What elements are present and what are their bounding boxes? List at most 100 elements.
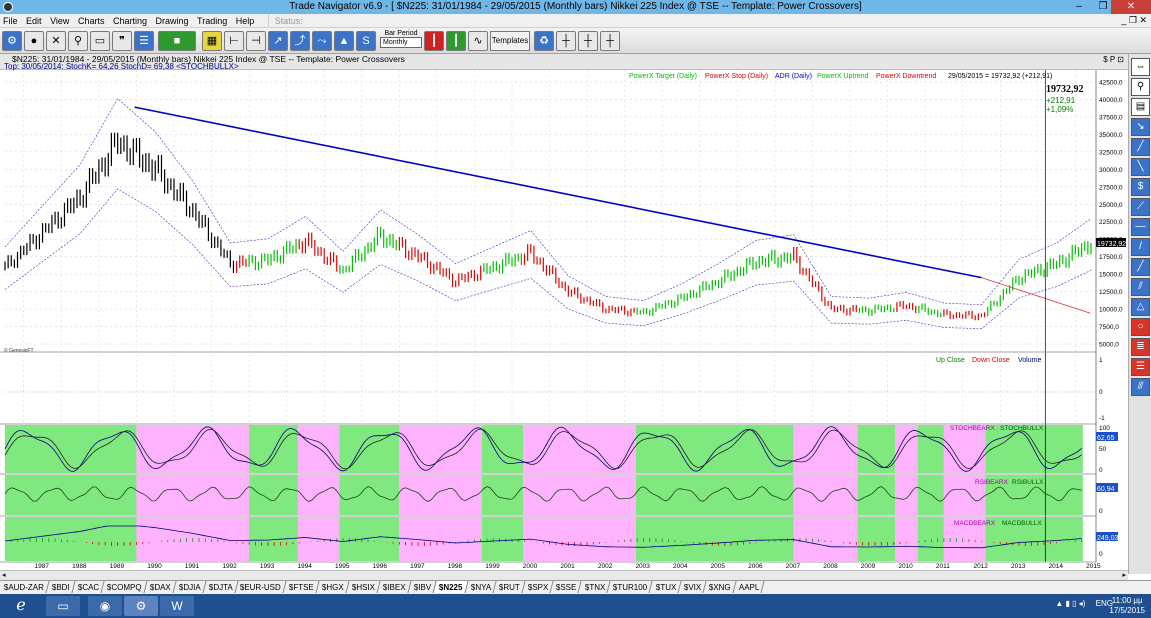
pan-icon[interactable]: ▤ bbox=[1131, 98, 1150, 116]
draw-tool-3-icon[interactable]: ╲ bbox=[1131, 158, 1150, 176]
menu-drawing[interactable]: Drawing bbox=[153, 14, 192, 28]
draw-tool-2-icon[interactable]: ╱ bbox=[1131, 138, 1150, 156]
folder-icon[interactable]: ▭ bbox=[46, 596, 80, 616]
x-tick-label: 2009 bbox=[861, 563, 876, 570]
macd-tick-label: 0 bbox=[1099, 551, 1103, 558]
chrome-icon[interactable]: ◉ bbox=[88, 596, 122, 616]
symbol-tab[interactable]: AAPL bbox=[734, 581, 766, 593]
symbol-tab[interactable]: $XNG bbox=[704, 581, 737, 593]
table-icon[interactable]: ▦ bbox=[202, 31, 222, 51]
close-button[interactable]: ✕ bbox=[1111, 0, 1151, 14]
symbol-icon[interactable]: S bbox=[356, 31, 376, 51]
symbol-tab-label: $TUR100 bbox=[613, 583, 648, 592]
symbol-tab[interactable]: $DAX bbox=[145, 581, 177, 593]
symbol-tab[interactable]: $N225 bbox=[434, 581, 469, 593]
symbol-tab[interactable]: $IBEX bbox=[378, 581, 412, 593]
mountain-icon[interactable]: ▲ bbox=[334, 31, 354, 51]
menu-charting[interactable]: Charting bbox=[110, 14, 150, 28]
dollar-icon[interactable]: $ bbox=[1131, 178, 1150, 196]
symbol-tab[interactable]: $HSIX bbox=[347, 581, 381, 593]
symbol-tab[interactable]: $COMPQ bbox=[102, 581, 148, 593]
magnifier-icon[interactable]: ⚲ bbox=[68, 31, 88, 51]
draw-tool-4-icon[interactable]: ⟋ bbox=[1131, 198, 1150, 216]
x-tick-label: 2015 bbox=[1086, 563, 1101, 570]
system-tray[interactable]: ▲ ▮ ▯ ◂) ENG bbox=[1055, 599, 1113, 608]
bars-icon[interactable]: ┼ bbox=[556, 31, 576, 51]
symbol-tab[interactable]: $HGX bbox=[317, 581, 350, 593]
ie-icon[interactable]: ℯ bbox=[4, 596, 38, 616]
symbol-tab[interactable]: $TUX bbox=[650, 581, 682, 593]
menu-trading[interactable]: Trading bbox=[194, 14, 230, 28]
symbol-tab[interactable]: $AUD-ZAR bbox=[0, 581, 50, 593]
minimize-button[interactable]: – bbox=[1067, 0, 1091, 14]
symbol-tab[interactable]: $CAC bbox=[73, 581, 105, 593]
clock[interactable]: 11:00 μμ 17/5/2015 bbox=[1109, 596, 1145, 616]
chart-up-icon[interactable]: ↗ bbox=[268, 31, 288, 51]
scroll-left-icon[interactable]: ◂ bbox=[2, 571, 6, 579]
candle-red-icon[interactable]: ┃ bbox=[424, 31, 444, 51]
draw-tool-7-icon[interactable]: ⫽ bbox=[1131, 278, 1150, 296]
list-icon[interactable]: ☰ bbox=[134, 31, 154, 51]
menu-help[interactable]: Help bbox=[233, 14, 258, 28]
bars3-icon[interactable]: ┼ bbox=[600, 31, 620, 51]
bracket2-icon[interactable]: ⊣ bbox=[246, 31, 266, 51]
menu-charts[interactable]: Charts bbox=[75, 14, 108, 28]
bars2-icon[interactable]: ┼ bbox=[578, 31, 598, 51]
expand-icon[interactable]: ⇔ bbox=[1131, 58, 1150, 76]
symbol-tab[interactable]: $NYA bbox=[466, 581, 497, 593]
workspace-icon[interactable]: ■ bbox=[158, 31, 196, 51]
chart-header-icons[interactable]: $ P ⊡ bbox=[1103, 55, 1124, 64]
scroll-right-icon[interactable]: ▸ bbox=[1122, 571, 1126, 579]
traffic-light-icon[interactable]: ● bbox=[24, 31, 44, 51]
fibonacci-icon[interactable]: ≣ bbox=[1131, 338, 1150, 356]
symbol-tab[interactable]: $DJIA bbox=[174, 581, 207, 593]
symbol-tab[interactable]: $EUR-USD bbox=[235, 581, 287, 593]
channel-icon[interactable]: ⫻ bbox=[1131, 378, 1150, 396]
tray-icons[interactable]: ▲ ▮ ▯ ◂) bbox=[1055, 599, 1085, 608]
price-chart[interactable]: 42500,0 40000,0 37500,0 35000,0 32500,0 30000… bbox=[0, 70, 1128, 570]
quote-icon[interactable]: ❞ bbox=[112, 31, 132, 51]
minus-icon[interactable]: ▭ bbox=[90, 31, 110, 51]
upper-band bbox=[4, 98, 1092, 306]
menu-view[interactable]: View bbox=[47, 14, 72, 28]
trade-navigator-icon[interactable]: ⚙ bbox=[124, 596, 158, 616]
menu-file[interactable]: File bbox=[0, 14, 21, 28]
line-chart-icon[interactable]: ∿ bbox=[468, 31, 488, 51]
mdi-controls[interactable]: _ ❐ ✕ bbox=[1121, 15, 1147, 26]
templates-button[interactable]: Templates bbox=[490, 31, 530, 51]
indicator-zone-pink bbox=[793, 475, 858, 515]
symbol-tab[interactable]: $RUT bbox=[494, 581, 526, 593]
zoom-icon[interactable]: ⚲ bbox=[1131, 78, 1150, 96]
symbol-tab[interactable]: $VIX bbox=[679, 581, 707, 593]
triangle-icon[interactable]: △ bbox=[1131, 298, 1150, 316]
symbol-tab[interactable]: $TUR100 bbox=[608, 581, 654, 593]
tools-icon[interactable]: ✕ bbox=[46, 31, 66, 51]
horizontal-line-icon[interactable]: — bbox=[1131, 218, 1150, 236]
gear-icon[interactable]: ⚙ bbox=[2, 31, 22, 51]
draw-tool-5-icon[interactable]: / bbox=[1131, 238, 1150, 256]
bar-period-select[interactable]: Monthly bbox=[380, 37, 422, 48]
ellipse-icon[interactable]: ○ bbox=[1131, 318, 1150, 336]
candle-green-icon[interactable]: ┃ bbox=[446, 31, 466, 51]
symbol-tab[interactable]: $SPX bbox=[523, 581, 555, 593]
draw-tool-1-icon[interactable]: ↘ bbox=[1131, 118, 1150, 136]
menu-edit[interactable]: Edit bbox=[23, 14, 45, 28]
draw-tool-6-icon[interactable]: ╱ bbox=[1131, 258, 1150, 276]
symbol-tab-label: $NYA bbox=[470, 583, 491, 592]
y-tick-label: 27500,0 bbox=[1099, 184, 1123, 191]
symbol-tab[interactable]: $DJTA bbox=[203, 581, 238, 593]
recycle-icon[interactable]: ♻ bbox=[534, 31, 554, 51]
levels-icon[interactable]: ☰ bbox=[1131, 358, 1150, 376]
horizontal-scrollbar[interactable]: ◂ ▸ bbox=[0, 570, 1128, 580]
y-tick-label: 42500,0 bbox=[1099, 80, 1123, 87]
chart-multi-icon[interactable]: ⤳ bbox=[312, 31, 332, 51]
chart-add-icon[interactable]: ⤴ bbox=[290, 31, 310, 51]
word-icon[interactable]: W bbox=[160, 596, 194, 616]
symbol-tab[interactable]: $BDI bbox=[47, 581, 76, 593]
symbol-tab[interactable]: $FTSE bbox=[284, 581, 320, 593]
bracket-icon[interactable]: ⊢ bbox=[224, 31, 244, 51]
x-tick-label: 1999 bbox=[485, 563, 500, 570]
symbol-tab[interactable]: $IBV bbox=[409, 581, 437, 593]
symbol-tab[interactable]: $SSE bbox=[551, 581, 583, 593]
symbol-tab[interactable]: $TNX bbox=[580, 581, 611, 593]
